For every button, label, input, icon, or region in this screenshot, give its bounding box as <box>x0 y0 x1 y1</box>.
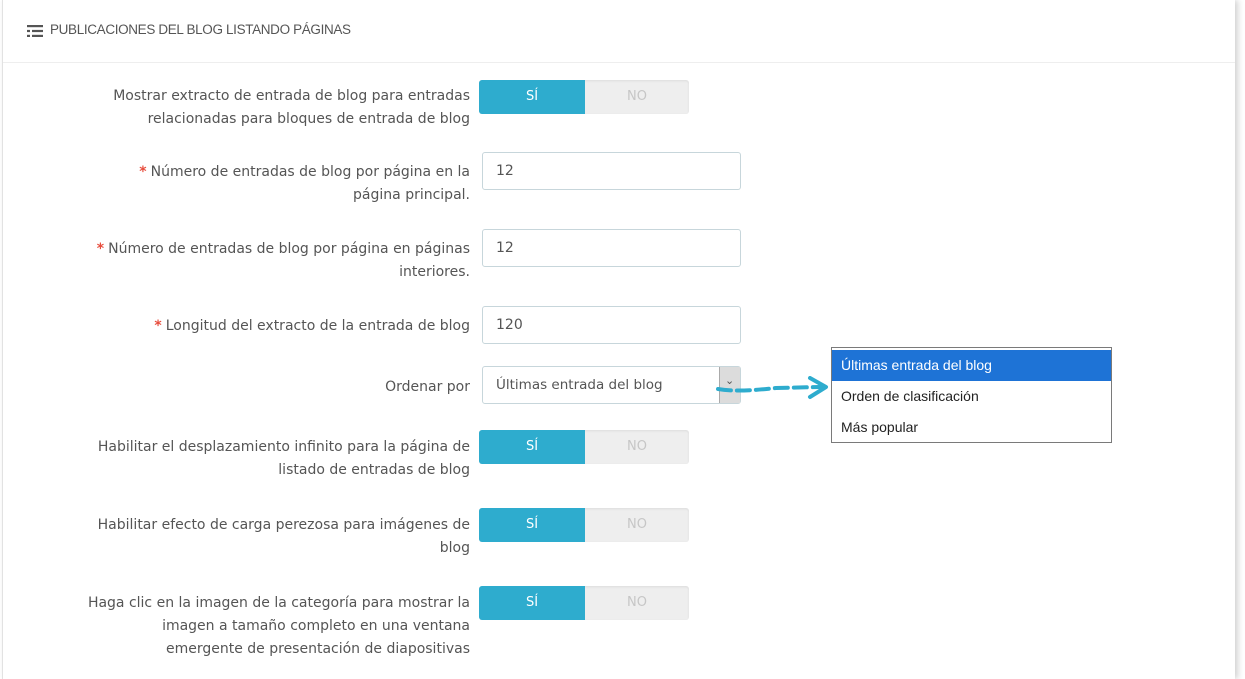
order-by-dropdown-list: Últimas entrada del blog Orden de clasif… <box>831 347 1112 443</box>
order-by-select[interactable]: Últimas entrada del blog ⌄ <box>482 366 741 404</box>
label-line: Mostrar extracto de entrada de blog para… <box>113 88 470 104</box>
label-line: relacionadas para bloques de entrada de … <box>147 111 470 127</box>
select-value: Últimas entrada del blog <box>496 377 663 393</box>
excerpt-length-input[interactable]: 120 <box>482 306 741 344</box>
posts-per-page-inner-input[interactable]: 12 <box>482 229 741 267</box>
settings-panel: PUBLICACIONES DEL BLOG LISTANDO PÁGINAS … <box>2 0 1235 679</box>
label-line: emergente de presentación de diapositiva… <box>165 641 470 657</box>
infinite-scroll-switch[interactable]: SÍ NO <box>479 430 689 464</box>
section-title: PUBLICACIONES DEL BLOG LISTANDO PÁGINAS <box>50 22 351 37</box>
field-label: Mostrar extracto de entrada de blog para… <box>113 85 470 131</box>
switch-on-option[interactable]: SÍ <box>479 508 585 542</box>
field-label: * Número de entradas de blog por página e… <box>97 238 470 284</box>
switch-off-option[interactable]: NO <box>585 508 689 542</box>
field-label: Ordenar por <box>385 379 470 395</box>
dropdown-option[interactable]: Últimas entrada del blog <box>832 350 1111 381</box>
required-mark: * <box>154 318 162 334</box>
field-label: * Longitud del extracto de la entrada de … <box>154 315 470 338</box>
switch-on-option[interactable]: SÍ <box>479 430 585 464</box>
switch-off-option[interactable]: NO <box>585 430 689 464</box>
field-label: Habilitar efecto de carga perezosa para … <box>98 514 470 560</box>
field-label: * Número de entradas de blog por página e… <box>139 161 470 207</box>
label-text: Longitud del extracto de la entrada de b… <box>165 318 470 334</box>
required-mark: * <box>96 241 105 257</box>
switch-off-option[interactable]: NO <box>585 80 689 114</box>
category-image-popup-switch[interactable]: SÍ NO <box>479 586 689 620</box>
lazy-load-switch[interactable]: SÍ NO <box>479 508 689 542</box>
dropdown-option[interactable]: Orden de clasificación <box>832 381 1111 412</box>
switch-off-option[interactable]: NO <box>585 586 689 620</box>
field-label: Habilitar el desplazamiento infinito par… <box>98 436 470 482</box>
dropdown-option[interactable]: Más popular <box>832 412 1111 443</box>
required-mark: * <box>139 164 147 180</box>
label-line: Habilitar el desplazamiento infinito par… <box>97 439 470 455</box>
label-line: página principal. <box>353 187 470 203</box>
label-line: * Número de entradas de blog por página e… <box>96 241 470 257</box>
list-icon <box>27 25 43 37</box>
posts-per-page-main-input[interactable]: 12 <box>482 152 741 190</box>
field-label: Haga clic en la imagen de la categoría p… <box>88 592 470 661</box>
excerpt-related-switch[interactable]: SÍ NO <box>479 80 689 114</box>
switch-on-option[interactable]: SÍ <box>479 586 585 620</box>
label-line: Habilitar efecto de carga perezosa para … <box>97 517 470 533</box>
label-line: interiores. <box>399 264 470 280</box>
label-line: imagen a tamaño completo en una ventana <box>162 618 470 634</box>
label-line: Haga clic en la imagen de la categoría p… <box>87 595 470 611</box>
label-line: listado de entradas de blog <box>278 462 470 478</box>
switch-on-option[interactable]: SÍ <box>479 80 585 114</box>
annotation-arrow-icon <box>716 376 828 399</box>
label-line: blog <box>439 540 470 556</box>
panel-header: PUBLICACIONES DEL BLOG LISTANDO PÁGINAS <box>3 0 1235 63</box>
label-line: * Número de entradas de blog por página e… <box>139 164 470 180</box>
